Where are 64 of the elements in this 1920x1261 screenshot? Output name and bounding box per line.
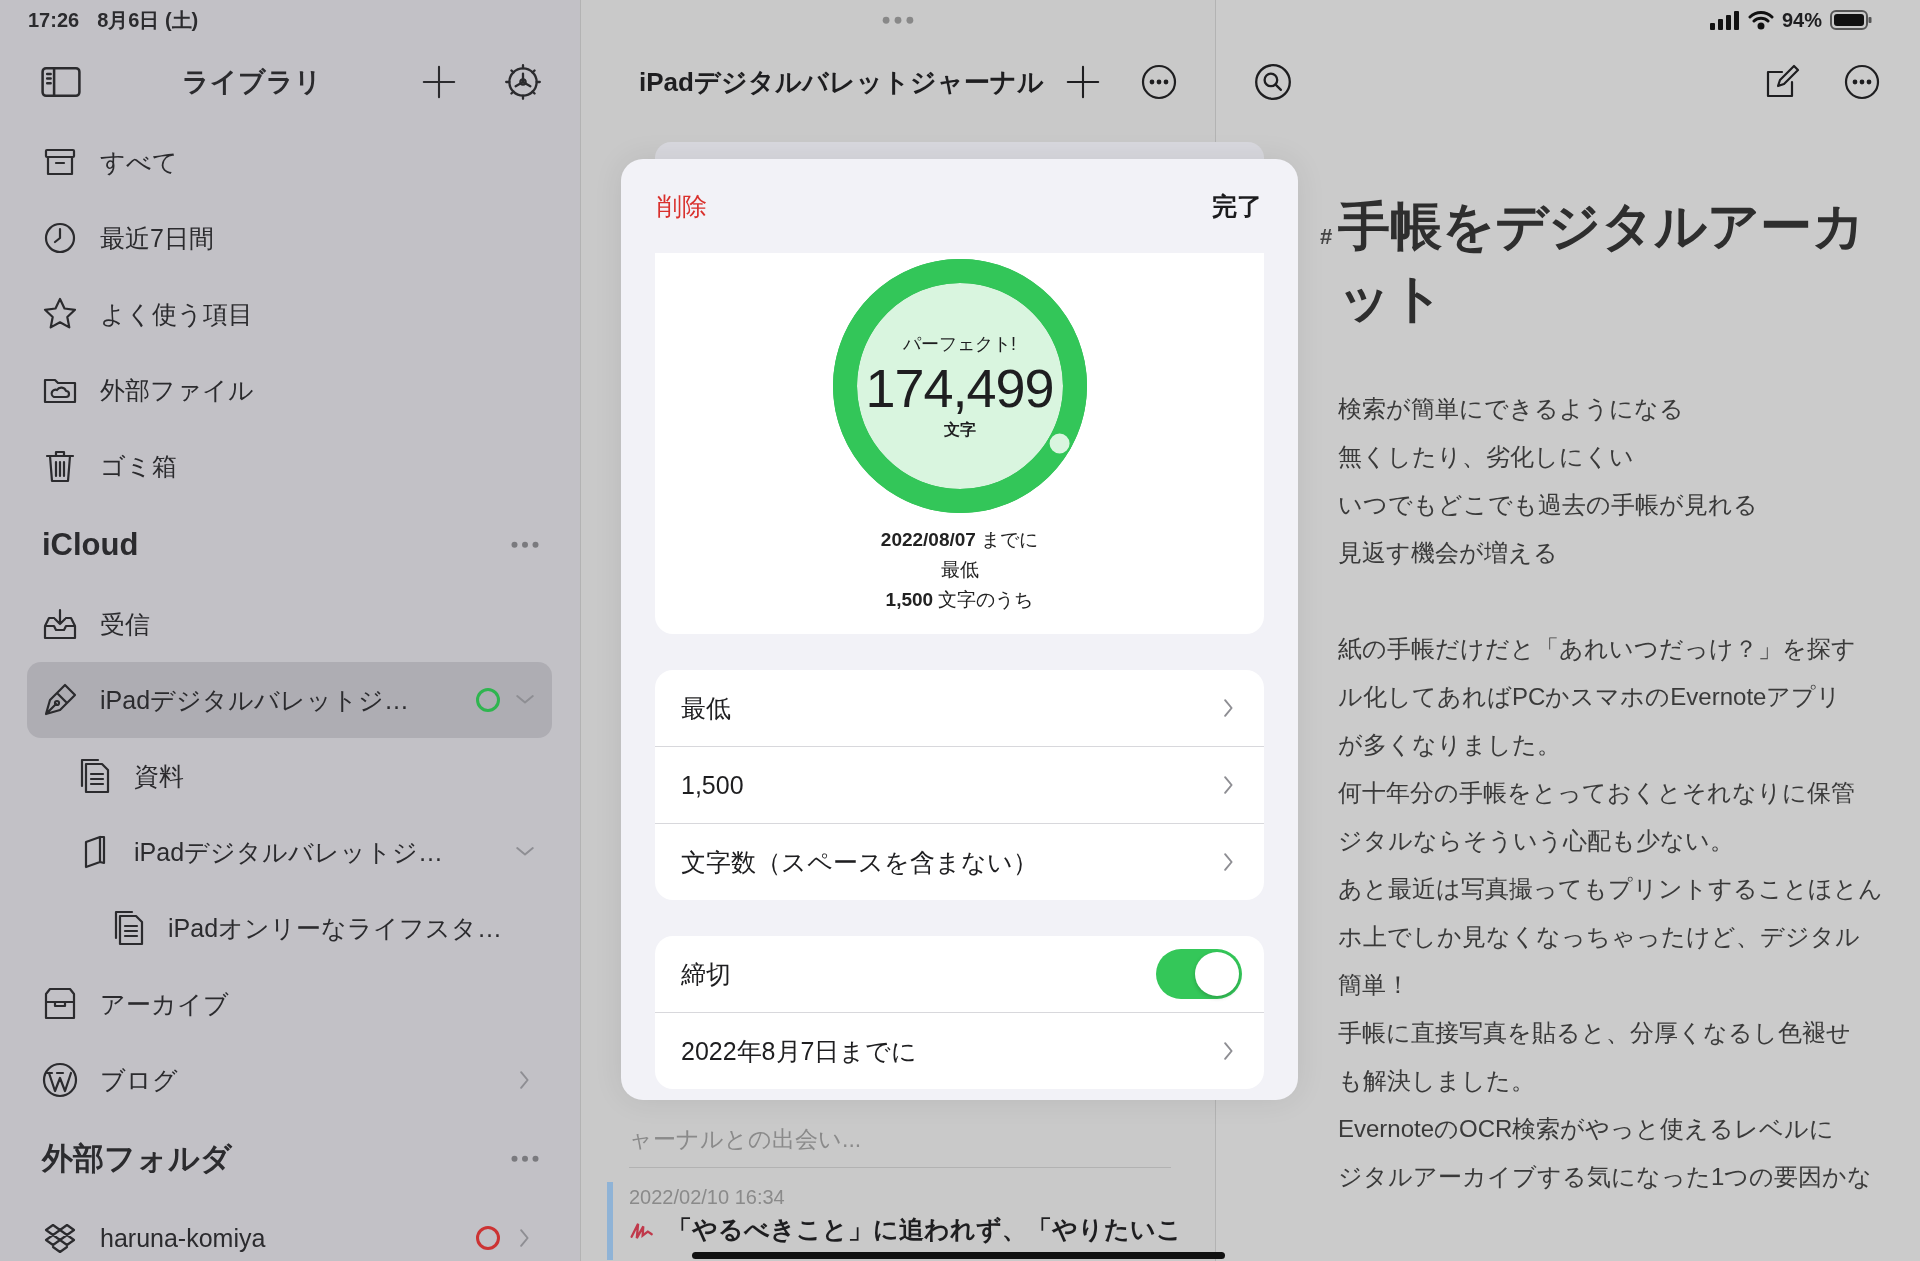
logo-icon[interactable] bbox=[40, 1060, 80, 1100]
sidebar-item[interactable]: iPadオンリーなライフスタ… bbox=[27, 890, 552, 966]
deadline-label: 締切 bbox=[681, 958, 732, 990]
sidebar-item[interactable]: アーカイブ bbox=[27, 966, 552, 1042]
wifi-icon bbox=[1747, 10, 1774, 30]
body-text: 検索が簡単にできるようになる bbox=[1338, 394, 1684, 424]
goal-summary: 1,500 文字のうち bbox=[885, 588, 1034, 612]
sidebar-item[interactable]: すべて bbox=[27, 124, 552, 200]
plus-icon[interactable] bbox=[420, 63, 458, 101]
body-text: 見返す機会が増える bbox=[1338, 538, 1558, 568]
status-date: 8月6日 (土) bbox=[97, 7, 199, 33]
body-text: ジタルならそういう心配も少ない。 bbox=[1338, 826, 1734, 856]
sidebar-item[interactable]: haruna-komiya bbox=[27, 1200, 552, 1261]
body-text: 紙の手帳だけだと「あれいつだっけ？」を探す bbox=[1338, 634, 1856, 664]
sidebar-item[interactable]: 資料 bbox=[27, 738, 552, 814]
battery-icon bbox=[1830, 10, 1872, 30]
body-text: ジタルアーカイブする気になった1つの要因かな bbox=[1338, 1162, 1873, 1192]
search-icon[interactable] bbox=[1252, 61, 1294, 103]
gear-icon[interactable] bbox=[502, 61, 544, 103]
delete-button[interactable]: 削除 bbox=[657, 189, 707, 223]
sidebar-item[interactable]: iPadデジタルバレットジ… bbox=[27, 662, 552, 738]
battery-percent: 94% bbox=[1781, 8, 1822, 32]
sidebar-item[interactable]: 受信 bbox=[27, 586, 552, 662]
body-text: も解決しました。 bbox=[1338, 1066, 1535, 1096]
section-title: iCloud bbox=[42, 527, 140, 563]
body-text: 手帳に直接写真を貼ると、分厚くなるし色褪せ bbox=[1338, 1018, 1851, 1048]
body-text: いつでもどこでも過去の手帳が見れる bbox=[1338, 490, 1758, 520]
character-count: 174,499 bbox=[865, 356, 1054, 420]
body-text: 無くしたり、劣化しにくい bbox=[1338, 442, 1634, 472]
sidebar-title: ライブラリ bbox=[181, 66, 323, 99]
setting-row[interactable]: 最低 bbox=[655, 670, 1264, 746]
body-text: 何十年分の手帳をとっておくとそれなりに保管 bbox=[1338, 778, 1855, 808]
body-text: 簡単！ bbox=[1338, 970, 1410, 1000]
signal-icon bbox=[1709, 10, 1740, 30]
ring-caption: パーフェクト! bbox=[903, 332, 1016, 356]
goal-summary: 2022/08/07 までに bbox=[880, 528, 1039, 552]
count-unit: 文字 bbox=[943, 419, 976, 440]
more-icon[interactable] bbox=[1842, 62, 1882, 102]
goal-summary: 最低 bbox=[940, 558, 979, 582]
done-button[interactable]: 完了 bbox=[1212, 189, 1262, 223]
status-time: 17:26 bbox=[28, 8, 80, 32]
body-text: EvernoteのOCR検索がやっと使えるレベルに bbox=[1338, 1114, 1835, 1144]
body-text: あと最近は写真撮ってもプリントすることほとん bbox=[1338, 874, 1883, 904]
more-icon[interactable] bbox=[1139, 62, 1179, 102]
sidebar-item[interactable]: ゴミ箱 bbox=[27, 428, 552, 504]
deadline-toggle[interactable] bbox=[1156, 949, 1242, 999]
sidebar-item[interactable]: 外部ファイル bbox=[27, 352, 552, 428]
note-heading: ット bbox=[1338, 268, 1445, 329]
sidebar-item[interactable]: ブログ bbox=[27, 1042, 552, 1118]
body-text: ホ上でしか見なくなっちゃったけど、デジタル bbox=[1338, 922, 1860, 952]
setting-row[interactable]: 文字数（スペースを含まない） bbox=[655, 823, 1264, 900]
note-heading: 手帳をデジタルアーカ bbox=[1338, 196, 1865, 257]
deadline-date-row[interactable]: 2022年8月7日までに bbox=[655, 1012, 1264, 1089]
setting-row[interactable]: 1,500 bbox=[655, 746, 1264, 823]
sidebar-item[interactable]: よく使う項目 bbox=[27, 276, 552, 352]
list-title: iPadデジタルバレットジャーナル bbox=[639, 65, 1044, 99]
body-text: ル化してあればPCかスマホのEvernoteアプリ bbox=[1338, 682, 1842, 712]
sidebar-item[interactable]: iPadデジタルバレットジ… bbox=[27, 814, 552, 890]
note-date: 2022/02/10 16:34 bbox=[629, 1185, 786, 1210]
section-title: 外部フォルダ bbox=[42, 1140, 233, 1178]
heading-marker: # bbox=[1320, 223, 1334, 250]
note-title: 「やるべきこと」に追われず、「やりたいこ bbox=[667, 1214, 1182, 1246]
sidebar-item[interactable]: 最近7日間 bbox=[27, 200, 552, 276]
body-text: が多くなりました。 bbox=[1338, 730, 1561, 760]
